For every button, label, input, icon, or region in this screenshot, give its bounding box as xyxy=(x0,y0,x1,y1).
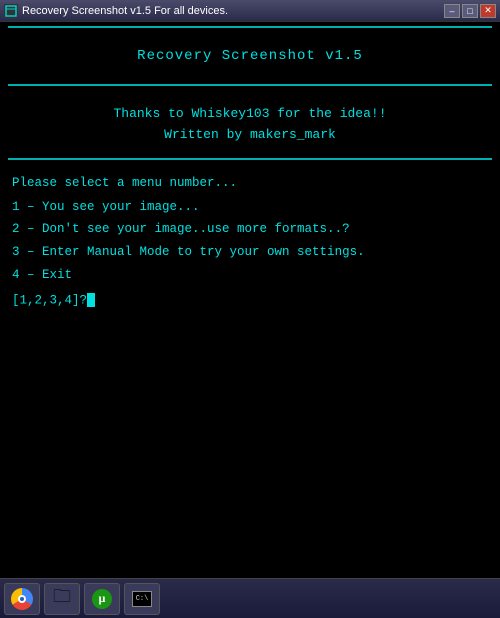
close-button[interactable]: ✕ xyxy=(480,4,496,18)
thanks-line-2: Written by makers_mark xyxy=(8,125,492,146)
taskbar-utorrent[interactable]: µ xyxy=(84,583,120,615)
mid-border xyxy=(8,84,492,86)
input-prompt: [1,2,3,4]? xyxy=(12,293,87,307)
window-title: Recovery Screenshot v1.5 For all devices… xyxy=(22,5,228,17)
header-title: Recovery Screenshot v1.5 xyxy=(8,48,492,64)
menu-label-3: Enter Manual Mode to try your own settin… xyxy=(42,245,365,259)
title-bar: Recovery Screenshot v1.5 For all devices… xyxy=(0,0,500,22)
taskbar: 🗀 µ C:\ xyxy=(0,578,500,618)
folder-icon: 🗀 xyxy=(53,584,71,614)
window-controls: – □ ✕ xyxy=(444,4,496,18)
menu-key-3: 3 – xyxy=(12,245,42,259)
thanks-line-1: Thanks to Whiskey103 for the idea!! xyxy=(8,104,492,125)
menu-item-3: 3 – Enter Manual Mode to try your own se… xyxy=(12,243,488,262)
top-border xyxy=(8,26,492,28)
title-bar-left: Recovery Screenshot v1.5 For all devices… xyxy=(4,4,228,18)
menu-item-1: 1 – You see your image... xyxy=(12,198,488,217)
menu-item-2: 2 – Don't see your image..use more forma… xyxy=(12,220,488,239)
header-area: Recovery Screenshot v1.5 xyxy=(8,36,492,76)
terminal-window: Recovery Screenshot v1.5 Thanks to Whisk… xyxy=(0,22,500,578)
utorrent-icon: µ xyxy=(92,589,112,609)
menu-key-4: 4 – xyxy=(12,268,42,282)
menu-key-1: 1 – xyxy=(12,200,42,214)
menu-key-2: 2 – xyxy=(12,222,42,236)
taskbar-chrome[interactable] xyxy=(4,583,40,615)
chrome-icon xyxy=(11,588,33,610)
minimize-button[interactable]: – xyxy=(444,4,460,18)
cmd-icon: C:\ xyxy=(132,591,152,607)
taskbar-explorer[interactable]: 🗀 xyxy=(44,583,80,615)
cursor xyxy=(87,293,95,307)
menu-prompt: Please select a menu number... xyxy=(12,176,488,190)
maximize-button[interactable]: □ xyxy=(462,4,478,18)
menu-item-4: 4 – Exit xyxy=(12,266,488,285)
terminal-inner: Recovery Screenshot v1.5 Thanks to Whisk… xyxy=(0,22,500,578)
menu-content: Please select a menu number... 1 – You s… xyxy=(8,170,492,307)
app-icon xyxy=(4,4,18,18)
taskbar-cmd[interactable]: C:\ xyxy=(124,583,160,615)
menu-label-1: You see your image... xyxy=(42,200,200,214)
thanks-area: Thanks to Whiskey103 for the idea!! Writ… xyxy=(8,94,492,158)
chrome-inner xyxy=(18,595,26,603)
menu-label-2: Don't see your image..use more formats..… xyxy=(42,222,350,236)
menu-input-line[interactable]: [1,2,3,4]? xyxy=(12,293,488,307)
bottom-border xyxy=(8,158,492,160)
menu-label-4: Exit xyxy=(42,268,72,282)
